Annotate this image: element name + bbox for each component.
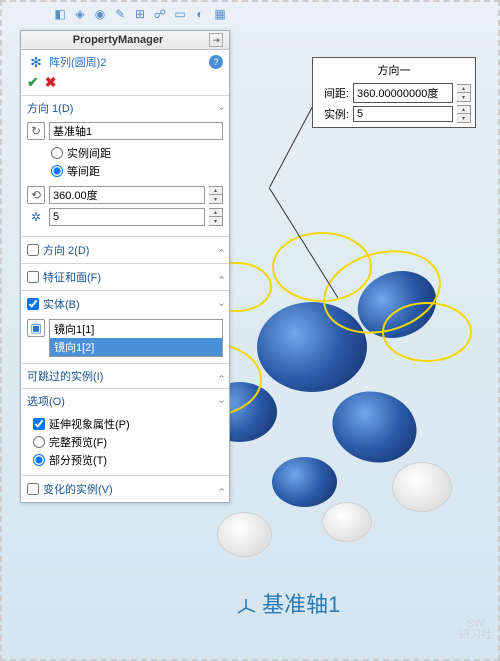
direction-callout[interactable]: 方向一 间距: 360.00000000度 ▴▾ 实例: 5 ▴▾ [312, 57, 476, 128]
circular-pattern-icon: ✻ [27, 53, 45, 71]
bodies-checkbox[interactable] [27, 298, 39, 310]
pin-icon[interactable]: ⇥ [209, 33, 223, 47]
chevron-up-icon: › [216, 106, 227, 109]
section-header-direction2[interactable]: 方向 2(D) › [21, 237, 229, 263]
radio-equal-spacing[interactable] [51, 165, 63, 177]
section-features-faces: 特征和面(F) › [21, 263, 229, 290]
list-item[interactable]: 镜向1[2] [50, 338, 222, 356]
tool-icon[interactable]: ⊞ [132, 6, 148, 22]
section-header-bodies[interactable]: 实体(B) › [21, 291, 229, 317]
direction2-checkbox[interactable] [27, 244, 39, 256]
tool-icon[interactable]: ◈ [72, 6, 88, 22]
section-bodies: 实体(B) › ▣ 镜向1[1] 镜向1[2] [21, 290, 229, 363]
section-header-skip[interactable]: 可跳过的实例(I) › [21, 364, 229, 388]
section-header-features[interactable]: 特征和面(F) › [21, 264, 229, 290]
origin-triad-icon [236, 598, 256, 621]
help-icon[interactable]: ? [209, 55, 223, 69]
full-preview-radio[interactable] [33, 436, 45, 448]
radio-label: 部分预览(T) [49, 452, 107, 468]
cancel-button[interactable]: ✖ [45, 74, 57, 91]
section-options: 选项(O) › 延伸视象属性(P) 完整预览(F) 部分预览(T) [21, 388, 229, 475]
varied-checkbox[interactable] [27, 483, 39, 495]
top-toolbar: ◧ ◈ ◉ ✎ ⊞ ☍ ▭ ◐ ▦ [52, 6, 228, 22]
radio-label: 实例间距 [67, 145, 111, 161]
spacing-spinner[interactable]: ▴▾ [457, 84, 471, 102]
section-header-direction1[interactable]: 方向 1(D) › [21, 96, 229, 120]
chevron-up-icon: › [216, 399, 227, 402]
chevron-down-icon: › [216, 275, 227, 278]
chevron-down-icon: › [216, 487, 227, 490]
tool-icon[interactable]: ▭ [172, 6, 188, 22]
tool-icon[interactable]: ☍ [152, 6, 168, 22]
section-direction1: 方向 1(D) › ↻ 基准轴1 实例间距 等间距 ⟲ 360.00度 ▴▾ [21, 95, 229, 236]
axis-label[interactable]: 基准轴1 [262, 587, 340, 619]
tool-icon[interactable]: ▦ [212, 6, 228, 22]
chevron-down-icon: › [216, 374, 227, 377]
tool-icon[interactable]: ◉ [92, 6, 108, 22]
check-label: 延伸视象属性(P) [49, 416, 130, 432]
axis-field[interactable]: 基准轴1 [49, 122, 223, 140]
partial-preview-radio[interactable] [33, 454, 45, 466]
features-checkbox[interactable] [27, 271, 39, 283]
panel-header: PropertyManager ⇥ [21, 31, 229, 50]
watermark: SW 研习社 [459, 619, 492, 641]
callout-title: 方向一 [317, 62, 471, 81]
radio-instance-spacing[interactable] [51, 147, 63, 159]
list-item[interactable]: 镜向1[1] [50, 320, 222, 338]
spacing-value[interactable]: 360.00000000度 [353, 83, 453, 103]
instances-value[interactable]: 5 [353, 106, 453, 122]
instances-icon: ✲ [27, 208, 45, 226]
section-direction2: 方向 2(D) › [21, 236, 229, 263]
angle-input[interactable]: 360.00度 [49, 186, 205, 204]
angle-spinner[interactable]: ▴▾ [209, 186, 223, 204]
instances-spinner[interactable]: ▴▾ [457, 105, 471, 123]
section-skip-instances: 可跳过的实例(I) › [21, 363, 229, 388]
section-header-options[interactable]: 选项(O) › [21, 389, 229, 413]
count-spinner[interactable]: ▴▾ [209, 208, 223, 226]
spacing-label: 间距: [317, 85, 349, 101]
section-varied-instances: 变化的实例(V) › [21, 475, 229, 502]
radio-label: 完整预览(F) [49, 434, 107, 450]
axis-icon[interactable]: ↻ [27, 122, 45, 140]
feature-name: 阵列(圆周)2 [49, 54, 106, 70]
angle-icon: ⟲ [27, 186, 45, 204]
ok-button[interactable]: ✔ [27, 74, 39, 91]
count-input[interactable]: 5 [49, 208, 205, 226]
bodies-list[interactable]: 镜向1[1] 镜向1[2] [49, 319, 223, 357]
panel-title: PropertyManager [73, 34, 163, 46]
radio-label: 等间距 [67, 163, 100, 179]
section-header-varied[interactable]: 变化的实例(V) › [21, 476, 229, 502]
tool-icon[interactable]: ◐ [192, 6, 208, 22]
body-icon: ▣ [27, 319, 45, 337]
chevron-up-icon: › [216, 302, 227, 305]
chevron-down-icon: › [216, 248, 227, 251]
property-manager-panel: PropertyManager ⇥ ✻ 阵列(圆周)2 ? ✔ ✖ 方向 1(D… [20, 30, 230, 503]
tool-icon[interactable]: ◧ [52, 6, 68, 22]
instances-label: 实例: [317, 106, 349, 122]
extend-visual-checkbox[interactable] [33, 418, 45, 430]
tool-icon[interactable]: ✎ [112, 6, 128, 22]
